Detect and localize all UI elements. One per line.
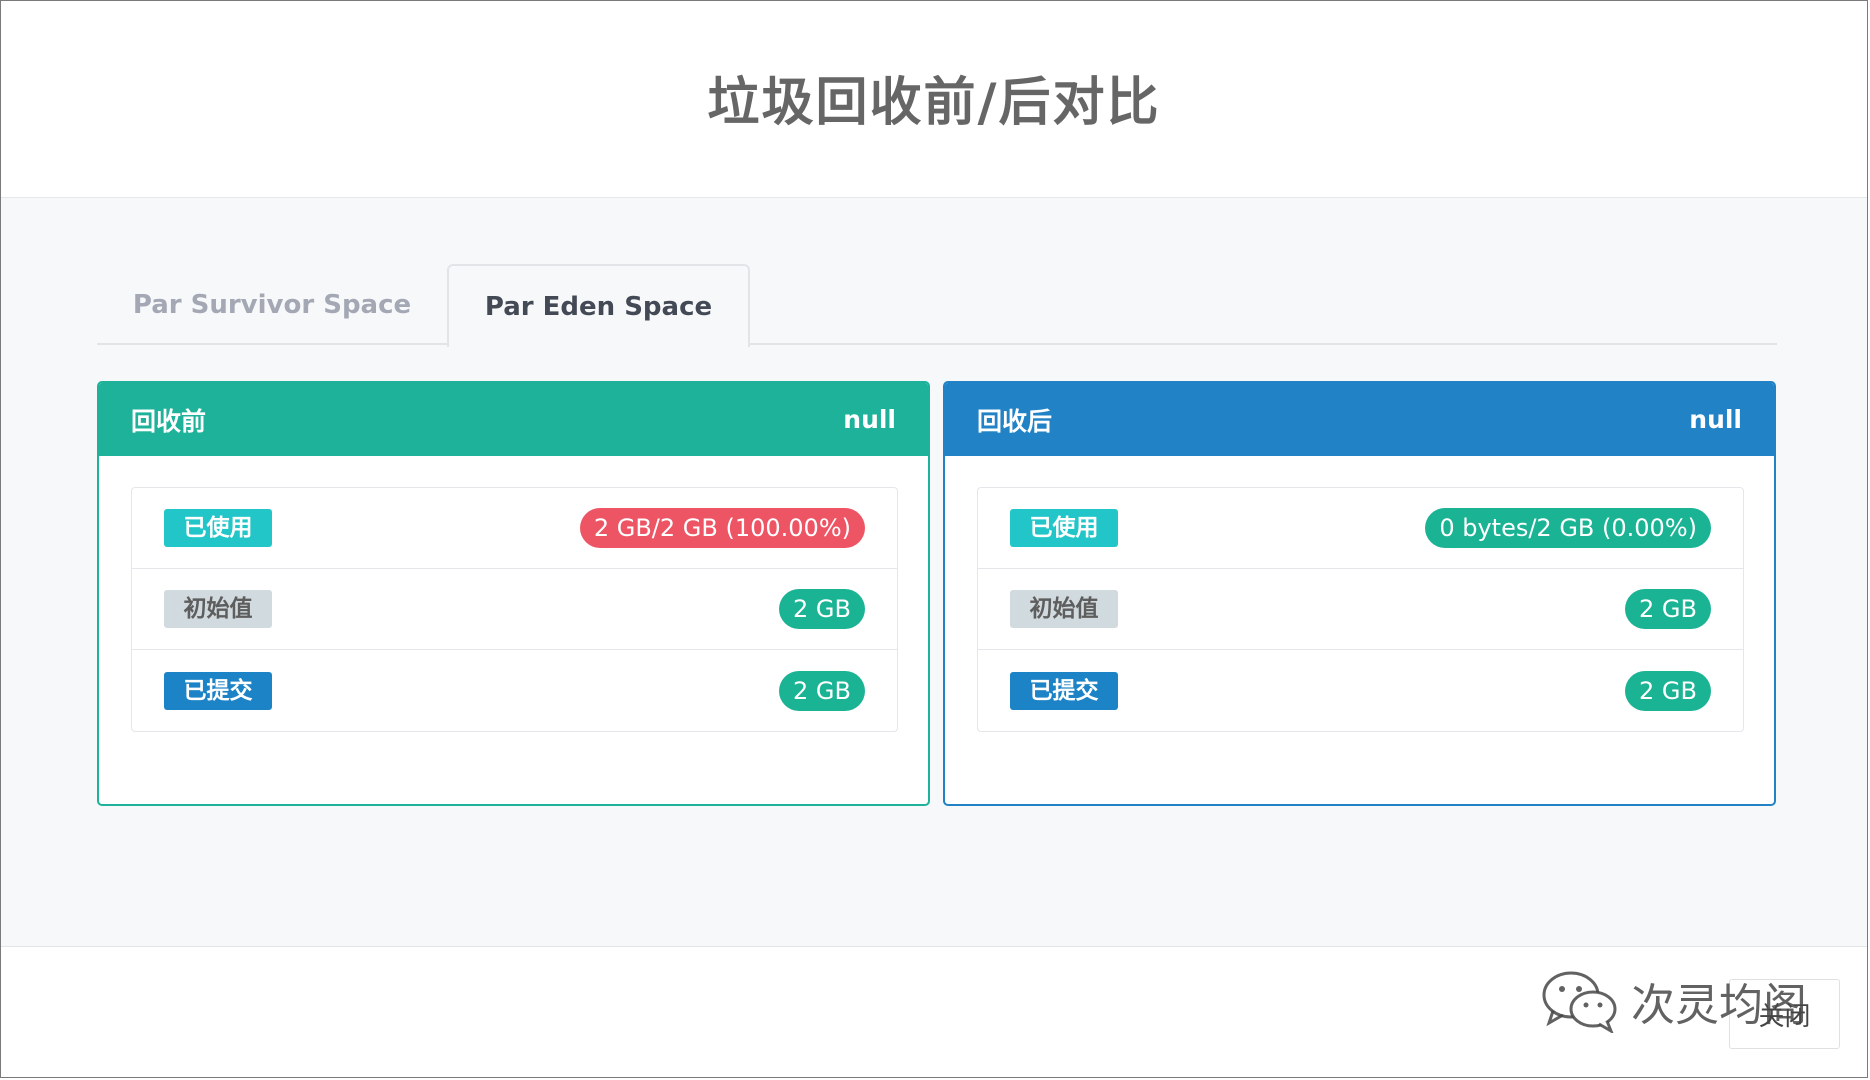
panel-after-title: 回收后 — [977, 406, 1053, 436]
panel-after-gc: 回收后 null 已使用 0 bytes/2 GB (0.00%) 初始值 2 … — [943, 381, 1776, 806]
list-item-committed: 已提交 2 GB — [132, 650, 897, 731]
badge-init-value: 2 GB — [1625, 589, 1711, 629]
modal-header: 垃圾回收前/后对比 — [1, 1, 1867, 198]
list-item-committed: 已提交 2 GB — [978, 650, 1743, 731]
badge-used-value: 0 bytes/2 GB (0.00%) — [1425, 508, 1711, 548]
badge-init-value: 2 GB — [779, 589, 865, 629]
badge-used-value: 2 GB/2 GB (100.00%) — [579, 508, 865, 548]
list-item-init: 初始值 2 GB — [978, 569, 1743, 650]
panel-after-list: 已使用 0 bytes/2 GB (0.00%) 初始值 2 GB 已提交 2 … — [977, 487, 1744, 732]
panel-before-list: 已使用 2 GB/2 GB (100.00%) 初始值 2 GB 已提交 2 G… — [131, 487, 898, 732]
tab-par-survivor-space[interactable]: Par Survivor Space — [97, 264, 447, 345]
memory-pool-tabs: Par Survivor Space Par Eden Space — [97, 264, 1777, 347]
tab-par-eden-space[interactable]: Par Eden Space — [447, 264, 750, 347]
label-used: 已使用 — [164, 509, 272, 547]
label-init: 初始值 — [164, 590, 272, 628]
list-item-init: 初始值 2 GB — [132, 569, 897, 650]
label-used: 已使用 — [1010, 509, 1118, 547]
label-init: 初始值 — [1010, 590, 1118, 628]
modal-title: 垃圾回收前/后对比 — [707, 72, 1161, 133]
list-item-used: 已使用 2 GB/2 GB (100.00%) — [132, 488, 897, 569]
badge-committed-value: 2 GB — [1625, 670, 1711, 711]
modal-footer: 关闭 次灵均阁 — [1, 947, 1867, 1077]
panel-after-header: 回收后 null — [945, 383, 1774, 456]
panel-before-gc: 回收前 null 已使用 2 GB/2 GB (100.00%) 初始值 2 G… — [97, 381, 930, 806]
gc-compare-modal: 垃圾回收前/后对比 Par Survivor Space Par Eden Sp… — [0, 0, 1868, 1078]
modal-body: Par Survivor Space Par Eden Space 回收前 nu… — [1, 198, 1867, 947]
badge-committed-value: 2 GB — [779, 670, 865, 711]
label-committed: 已提交 — [164, 671, 272, 710]
panel-after-value: null — [1689, 405, 1742, 434]
close-button[interactable]: 关闭 — [1729, 979, 1840, 1049]
panel-before-value: null — [843, 405, 896, 434]
label-committed: 已提交 — [1010, 671, 1118, 710]
panel-before-header: 回收前 null — [99, 383, 928, 456]
panel-before-title: 回收前 — [131, 406, 207, 436]
list-item-used: 已使用 0 bytes/2 GB (0.00%) — [978, 488, 1743, 569]
wechat-icon — [1541, 969, 1619, 1033]
